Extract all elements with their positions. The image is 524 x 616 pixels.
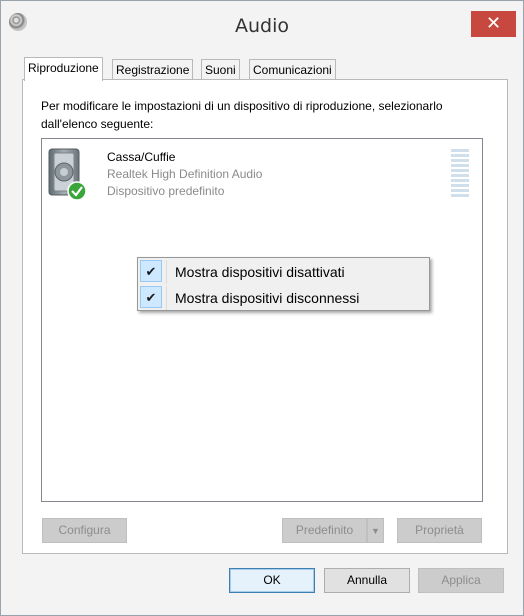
configure-button[interactable]: Configura	[42, 518, 127, 543]
check-icon: ✔	[140, 260, 162, 282]
window-title: Audio	[234, 15, 289, 37]
tab-suoni[interactable]: Suoni	[201, 59, 240, 80]
ok-button[interactable]: OK	[229, 568, 315, 593]
device-driver: Realtek High Definition Audio	[107, 167, 263, 181]
menu-item-label: Mostra dispositivi disattivati	[175, 264, 345, 280]
close-button[interactable]: ✕	[471, 11, 516, 37]
tab-registrazione[interactable]: Registrazione	[112, 59, 194, 80]
menu-item-show-disabled[interactable]: ✔ Mostra dispositivi disattivati	[138, 260, 429, 284]
device-name: Cassa/Cuffie	[107, 150, 176, 164]
device-status: Dispositivo predefinito	[107, 184, 225, 198]
context-menu: ✔ Mostra dispositivi disattivati ✔ Mostr…	[137, 257, 430, 311]
menu-item-label: Mostra dispositivi disconnessi	[175, 290, 360, 306]
menu-separator	[166, 260, 167, 284]
volume-level-meter	[451, 149, 469, 199]
properties-button[interactable]: Proprietà	[397, 518, 482, 543]
apply-button[interactable]: Applica	[418, 568, 504, 593]
tab-comunicazioni[interactable]: Comunicazioni	[249, 59, 336, 80]
title-bar[interactable]: Audio ✕	[1, 1, 523, 39]
check-icon: ✔	[140, 286, 162, 308]
tab-riproduzione[interactable]: Riproduzione	[24, 57, 103, 81]
audio-dialog: Audio ✕ Riproduzione Registrazione Suoni…	[0, 0, 524, 616]
playback-panel: Per modificare le impostazioni di un dis…	[22, 79, 508, 554]
device-list[interactable]: Cassa/Cuffie Realtek High Definition Aud…	[41, 138, 483, 502]
speaker-icon	[48, 148, 86, 201]
default-check-badge	[67, 181, 86, 201]
chevron-down-icon[interactable]: ▼	[367, 518, 384, 543]
set-default-button[interactable]: Predefinito	[282, 518, 367, 543]
instructions-text: Per modificare le impostazioni di un dis…	[41, 99, 443, 131]
menu-separator	[166, 286, 167, 310]
cancel-button[interactable]: Annulla	[324, 568, 410, 593]
menu-item-show-disconnected[interactable]: ✔ Mostra dispositivi disconnessi	[138, 286, 429, 310]
